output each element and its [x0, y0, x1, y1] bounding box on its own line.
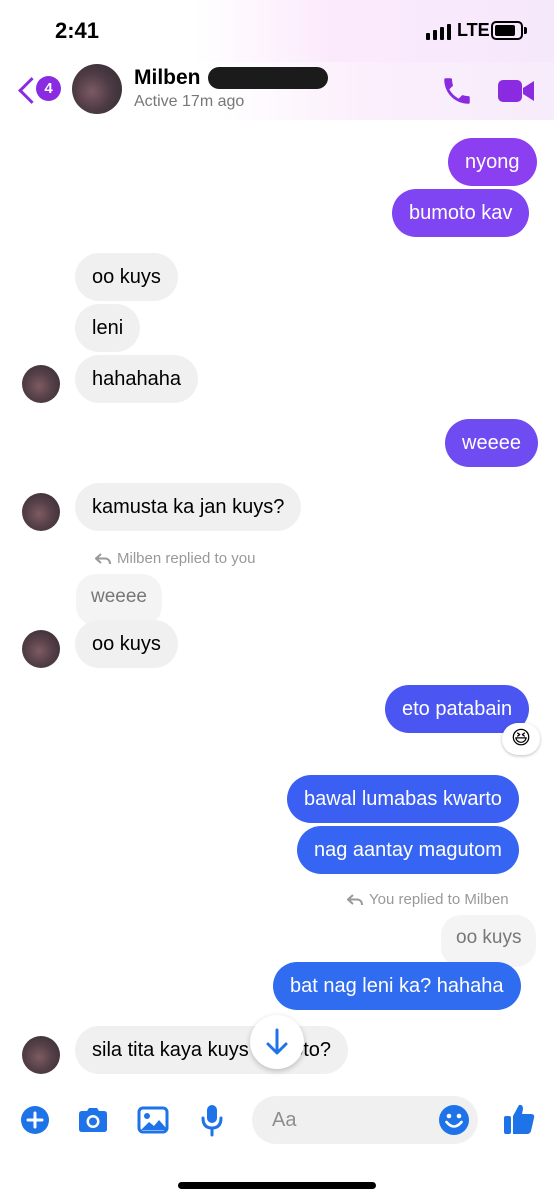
- contact-avatar-small[interactable]: [22, 630, 60, 668]
- contact-avatar-small[interactable]: [22, 365, 60, 403]
- arrow-down-icon: [266, 1028, 288, 1055]
- message-input[interactable]: Aa: [252, 1096, 478, 1144]
- reply-note: You replied to Milben: [347, 891, 509, 908]
- reaction-emoji[interactable]: 😆: [502, 723, 540, 755]
- quoted-message[interactable]: oo kuys: [441, 915, 537, 967]
- conversation-header: 4 Milben Active 17m ago: [0, 62, 554, 120]
- message-bubble-incoming[interactable]: hahahaha: [75, 355, 198, 403]
- message-bubble-incoming[interactable]: kamusta ka jan kuys?: [75, 483, 302, 531]
- message-bubble-outgoing[interactable]: bat nag leni ka? hahaha: [273, 962, 521, 1010]
- message-bubble-outgoing[interactable]: nag aantay magutom: [297, 826, 519, 874]
- status-time: 2:41: [55, 18, 100, 43]
- plus-icon[interactable]: [20, 1105, 50, 1135]
- reply-note-text: Milben replied to you: [117, 550, 256, 567]
- reply-note-text: You replied to Milben: [369, 891, 509, 908]
- contact-avatar[interactable]: [72, 64, 122, 114]
- message-bubble-incoming[interactable]: leni: [75, 304, 141, 352]
- message-input-placeholder: Aa: [272, 1109, 297, 1131]
- thumbs-up-icon[interactable]: [502, 1102, 536, 1136]
- signal-icon: [426, 24, 451, 40]
- contact-name[interactable]: Milben: [134, 66, 201, 90]
- reply-arrow-icon: [347, 893, 363, 905]
- message-bubble-outgoing[interactable]: nyong: [448, 138, 537, 186]
- reply-arrow-icon: [95, 552, 111, 564]
- status-bar: 2:41 LTE: [0, 0, 554, 62]
- home-indicator: [178, 1182, 376, 1189]
- contact-avatar-small[interactable]: [22, 493, 60, 531]
- reply-note: Milben replied to you: [95, 550, 255, 567]
- camera-icon[interactable]: [76, 1106, 110, 1134]
- message-bubble-outgoing[interactable]: weeee: [445, 419, 538, 467]
- message-bubble-incoming[interactable]: sila tita kaya kuys ka boto?: [75, 1026, 349, 1074]
- battery-icon: [491, 21, 527, 40]
- active-status: Active 17m ago: [134, 93, 245, 110]
- redaction-bar: [208, 67, 328, 89]
- quoted-message[interactable]: weeee: [76, 574, 162, 626]
- scroll-to-bottom-button[interactable]: [250, 1015, 304, 1069]
- gallery-icon[interactable]: [137, 1106, 169, 1134]
- phone-icon[interactable]: [440, 74, 474, 108]
- message-bubble-outgoing[interactable]: bawal lumabas kwarto: [287, 775, 519, 823]
- microphone-icon[interactable]: [200, 1103, 224, 1137]
- composer-bar: Aa: [0, 1086, 554, 1156]
- emoji-icon[interactable]: [438, 1104, 470, 1136]
- network-label: LTE: [457, 20, 490, 40]
- unread-count-badge: 4: [36, 76, 61, 101]
- contact-avatar-small[interactable]: [22, 1036, 60, 1074]
- message-bubble-outgoing[interactable]: bumoto kav: [392, 189, 530, 237]
- message-bubble-incoming[interactable]: oo kuys: [75, 620, 178, 668]
- message-bubble-incoming[interactable]: oo kuys: [75, 253, 178, 301]
- video-camera-icon[interactable]: [496, 76, 536, 106]
- back-button[interactable]: 4: [16, 76, 64, 106]
